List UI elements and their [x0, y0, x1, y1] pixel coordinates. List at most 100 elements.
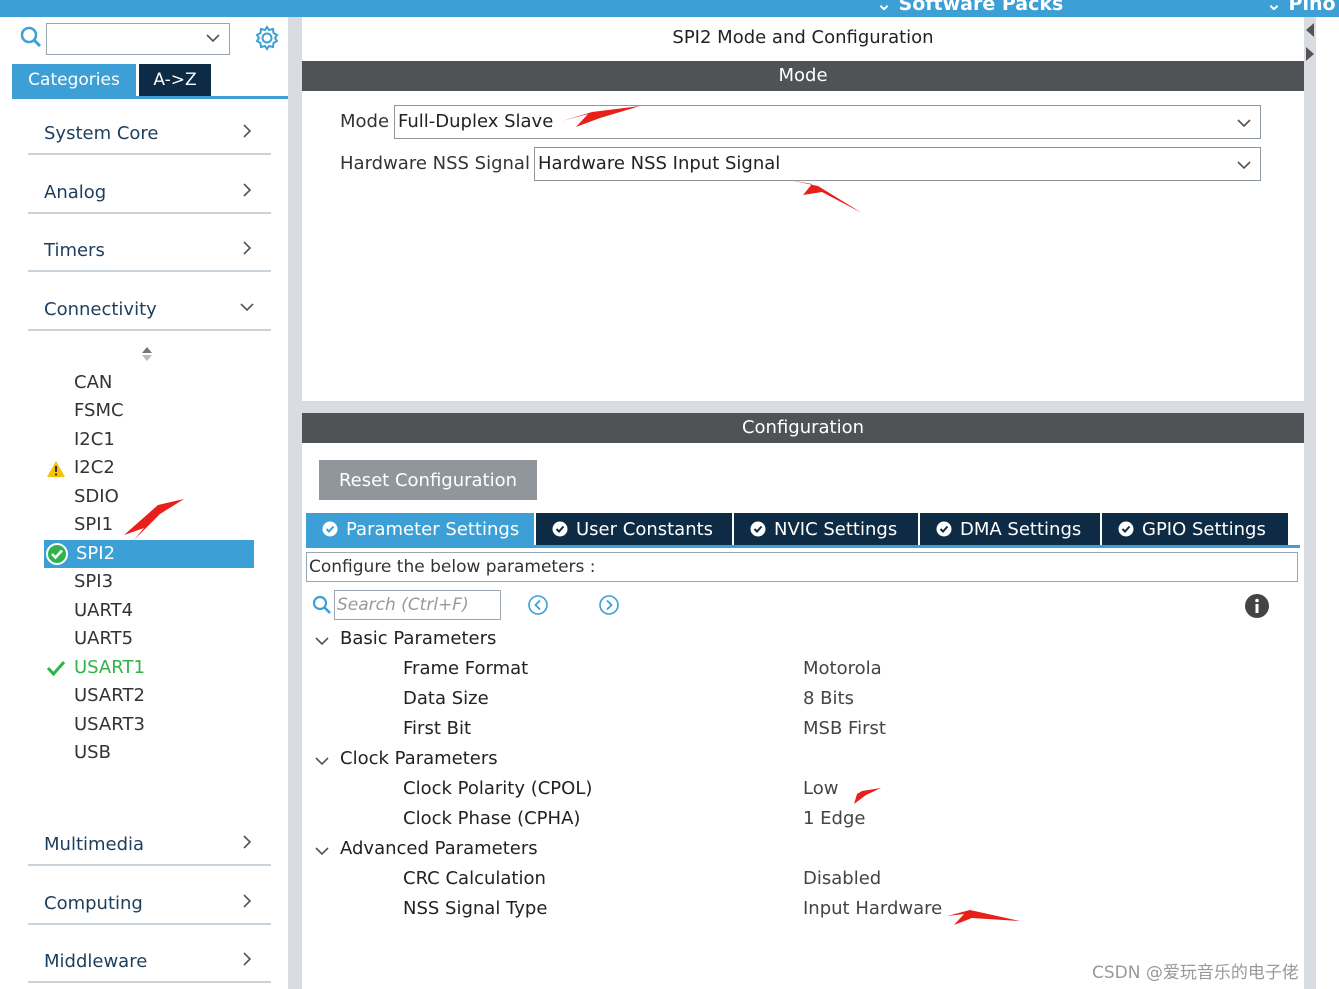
param-first-bit-label: First Bit [403, 718, 472, 739]
tab-user-constants[interactable]: User Constants [536, 513, 732, 545]
peripheral-uart4[interactable]: UART4 [74, 597, 133, 625]
chevron-right-icon [243, 124, 252, 138]
peripheral-usart1[interactable]: USART1 [74, 654, 145, 682]
chevron-right-icon [243, 183, 252, 197]
check-circle-icon [1118, 521, 1134, 537]
previous-match-icon[interactable] [527, 594, 549, 616]
group-label: Basic Parameters [340, 628, 497, 649]
category-label: Timers [44, 240, 105, 261]
peripheral-uart5[interactable]: UART5 [74, 625, 133, 653]
category-multimedia[interactable]: Multimedia [28, 826, 271, 866]
chevron-down-icon[interactable] [314, 753, 330, 769]
peripheral-can[interactable]: CAN [74, 369, 112, 397]
software-packs-menu[interactable]: ⌄ Software Packs [876, 0, 1063, 15]
tab-gpio-settings[interactable]: GPIO Settings [1102, 513, 1288, 545]
chevron-right-icon [243, 835, 252, 849]
peripheral-spi3[interactable]: SPI3 [74, 568, 113, 596]
param-cpol-label: Clock Polarity (CPOL) [403, 778, 593, 799]
param-frame-format-value[interactable]: Motorola [803, 658, 882, 679]
peripheral-usart3[interactable]: USART3 [74, 711, 145, 739]
sidebar-splitter[interactable] [288, 17, 302, 989]
watermark: CSDN @爱玩音乐的电子佬 [1092, 963, 1299, 983]
chevron-down-icon[interactable] [314, 843, 330, 859]
category-timers[interactable]: Timers [28, 232, 271, 272]
param-cpha-label: Clock Phase (CPHA) [403, 808, 581, 829]
group-label: Clock Parameters [340, 748, 498, 769]
category-label: Multimedia [44, 834, 145, 855]
param-nss-signal-type-label: NSS Signal Type [403, 898, 548, 919]
peripheral-i2c2[interactable]: I2C2 [74, 454, 115, 482]
category-system-core[interactable]: System Core [28, 115, 271, 155]
peripheral-sdio[interactable]: SDIO [74, 483, 119, 511]
top-banner: ⌄ Software Packs ⌄ Pino [0, 0, 1339, 17]
chevron-right-icon [243, 241, 252, 255]
tab-label: Parameter Settings [346, 518, 520, 540]
tab-a-to-z[interactable]: A->Z [139, 64, 211, 96]
peripheral-spi1[interactable]: SPI1 [74, 511, 113, 539]
chevron-down-icon [240, 303, 254, 312]
chevron-down-icon[interactable] [205, 30, 221, 46]
check-circle-icon [750, 521, 766, 537]
panel-divider[interactable] [302, 401, 1304, 413]
parameter-search-field[interactable] [334, 590, 501, 620]
category-computing[interactable]: Computing [28, 885, 271, 925]
nss-signal-select[interactable]: Hardware NSS Input Signal [534, 147, 1261, 181]
chevron-down-icon[interactable] [1236, 115, 1252, 131]
category-analog[interactable]: Analog [28, 174, 271, 214]
peripheral-fsmc[interactable]: FSMC [74, 397, 124, 425]
tab-label: NVIC Settings [774, 518, 898, 540]
peripheral-i2c1[interactable]: I2C1 [74, 426, 115, 454]
tab-label: User Constants [576, 518, 714, 540]
tab-categories[interactable]: Categories [12, 64, 136, 96]
category-middleware[interactable]: Middleware [28, 943, 271, 983]
check-circle-icon [936, 521, 952, 537]
collapse-left-icon[interactable] [1304, 23, 1316, 37]
configuration-section-header: Configuration [302, 413, 1304, 443]
chevron-down-icon[interactable] [1236, 157, 1252, 173]
page-title: SPI2 Mode and Configuration [672, 27, 934, 48]
collapse-right-icon[interactable] [1304, 47, 1316, 61]
chevron-down-icon[interactable] [314, 633, 330, 649]
check-circle-icon [322, 521, 338, 537]
peripheral-usart2[interactable]: USART2 [74, 682, 145, 710]
param-cpol-value[interactable]: Low [803, 778, 838, 799]
param-frame-format-label: Frame Format [403, 658, 529, 679]
category-label: Middleware [44, 951, 148, 972]
sidebar: Categories A->Z System Core Analog Timer… [10, 17, 288, 989]
tab-dma-settings[interactable]: DMA Settings [920, 513, 1100, 545]
parameter-search-input[interactable] [337, 592, 497, 618]
param-crc-calculation-label: CRC Calculation [403, 868, 546, 889]
mode-section-header: Mode [302, 61, 1304, 91]
group-label: Advanced Parameters [340, 838, 538, 859]
reset-configuration-button[interactable]: Reset Configuration [319, 460, 537, 500]
tab-label: GPIO Settings [1142, 518, 1266, 540]
peripheral-usb[interactable]: USB [74, 739, 111, 767]
warning-icon [47, 461, 65, 477]
category-tab-bar: Categories A->Z [12, 64, 288, 99]
mode-select[interactable]: Full-Duplex Slave [394, 105, 1261, 139]
next-match-icon[interactable] [598, 594, 620, 616]
sidebar-search-combo[interactable] [46, 23, 230, 55]
gear-icon[interactable] [254, 25, 280, 51]
right-splitter[interactable] [1304, 17, 1316, 989]
param-data-size-value[interactable]: 8 Bits [803, 688, 854, 709]
param-crc-calculation-value[interactable]: Disabled [803, 868, 881, 889]
param-nss-signal-type-value[interactable]: Input Hardware [803, 898, 942, 919]
param-cpha-value[interactable]: 1 Edge [803, 808, 865, 829]
category-label: Analog [44, 182, 107, 203]
peripheral-spi2[interactable]: SPI2 [44, 540, 254, 568]
chevron-right-icon [243, 952, 252, 966]
chevron-right-icon [243, 894, 252, 908]
param-data-size-label: Data Size [403, 688, 489, 709]
search-icon[interactable] [20, 26, 42, 48]
info-icon[interactable] [1244, 593, 1270, 619]
category-label: Computing [44, 893, 143, 914]
search-icon[interactable] [312, 595, 332, 615]
check-circle-icon [46, 543, 68, 565]
pinout-menu[interactable]: ⌄ Pino [1266, 0, 1336, 15]
tab-nvic-settings[interactable]: NVIC Settings [734, 513, 918, 545]
scroll-sort-icon[interactable] [140, 345, 154, 363]
param-first-bit-value[interactable]: MSB First [803, 718, 886, 739]
category-connectivity[interactable]: Connectivity [28, 291, 271, 331]
tab-parameter-settings[interactable]: Parameter Settings [306, 513, 534, 545]
